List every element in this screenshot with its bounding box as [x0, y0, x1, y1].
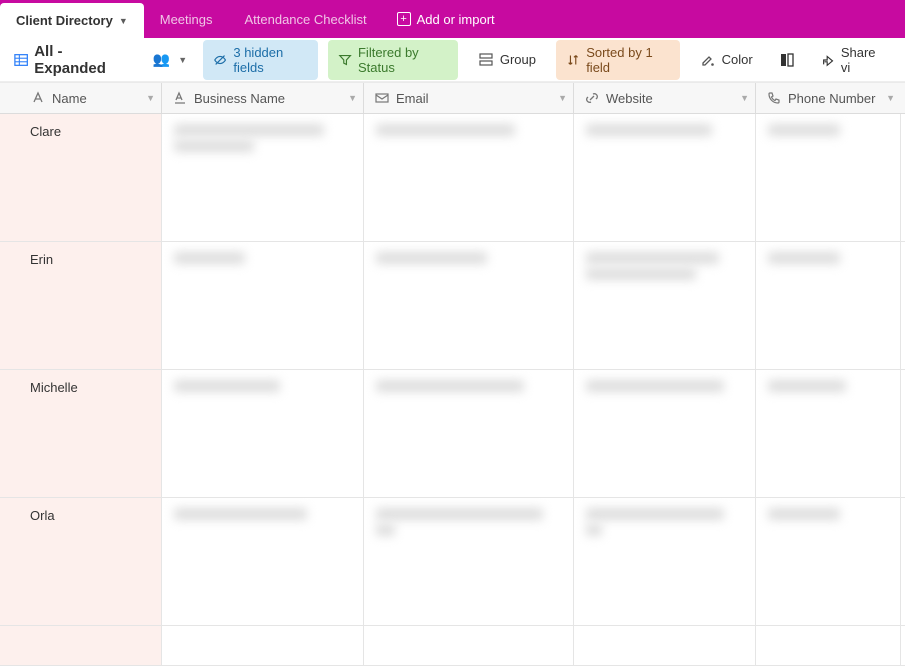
table-row[interactable]: [0, 626, 905, 666]
cell-business[interactable]: [162, 498, 364, 625]
phone-icon: [766, 90, 782, 106]
cell-business[interactable]: [162, 626, 364, 665]
group-button[interactable]: Group: [468, 47, 546, 73]
sort-label: Sorted by 1 field: [586, 45, 669, 75]
row-height-button[interactable]: [773, 48, 801, 72]
tab-label: Attendance Checklist: [244, 12, 366, 27]
paint-icon: [700, 52, 716, 68]
tab-bar: Client Directory ▼ Meetings Attendance C…: [0, 0, 905, 38]
column-label: Website: [606, 91, 653, 106]
cell-name[interactable]: Orla: [0, 498, 162, 625]
cell-name[interactable]: Erin: [0, 242, 162, 369]
cell-business[interactable]: [162, 242, 364, 369]
cell-website[interactable]: [574, 626, 756, 665]
cell-phone[interactable]: [756, 498, 901, 625]
cell-phone[interactable]: [756, 114, 901, 241]
text-icon: [30, 90, 46, 106]
name-value: Michelle: [30, 380, 78, 395]
envelope-icon: [374, 90, 390, 106]
view-toolbar: All - Expanded 👥 ▼ 3 hidden fields Filte…: [0, 38, 905, 82]
chevron-down-icon[interactable]: ▼: [740, 93, 749, 103]
column-label: Name: [52, 91, 87, 106]
grid-header: Name ▼ Business Name ▼ Email ▼ Website ▼…: [0, 82, 905, 114]
add-or-import-button[interactable]: + Add or import: [383, 0, 509, 38]
cell-email[interactable]: [364, 370, 574, 497]
group-label: Group: [500, 52, 536, 67]
share-icon: [821, 52, 835, 68]
eye-off-icon: [213, 52, 227, 68]
cell-email[interactable]: [364, 242, 574, 369]
column-header-website[interactable]: Website ▼: [574, 83, 756, 113]
sort-button[interactable]: Sorted by 1 field: [556, 40, 680, 80]
filter-label: Filtered by Status: [358, 45, 448, 75]
cell-website[interactable]: [574, 498, 756, 625]
cell-name[interactable]: Clare: [0, 114, 162, 241]
cell-website[interactable]: [574, 242, 756, 369]
tab-label: Client Directory: [16, 13, 113, 28]
cell-email[interactable]: [364, 114, 574, 241]
name-value: Clare: [30, 124, 61, 139]
chevron-down-icon[interactable]: ▼: [146, 93, 155, 103]
chevron-down-icon[interactable]: ▼: [886, 93, 895, 103]
column-header-email[interactable]: Email ▼: [364, 83, 574, 113]
tab-label: Meetings: [160, 12, 213, 27]
cell-name[interactable]: [0, 626, 162, 665]
chevron-down-icon[interactable]: ▼: [348, 93, 357, 103]
name-value: Orla: [30, 508, 55, 523]
table-row[interactable]: Clare: [0, 114, 905, 242]
column-label: Phone Number: [788, 91, 875, 106]
chevron-down-icon: ▼: [178, 55, 187, 65]
table-row[interactable]: Orla: [0, 498, 905, 626]
share-view-button[interactable]: Share vi: [811, 40, 893, 80]
color-label: Color: [722, 52, 753, 67]
filter-button[interactable]: Filtered by Status: [328, 40, 458, 80]
sort-icon: [566, 52, 580, 68]
cell-email[interactable]: [364, 626, 574, 665]
cell-phone[interactable]: [756, 242, 901, 369]
link-icon: [584, 90, 600, 106]
share-label: Share vi: [841, 45, 883, 75]
color-button[interactable]: Color: [690, 47, 763, 73]
view-name: All - Expanded: [34, 43, 127, 77]
cell-website[interactable]: [574, 370, 756, 497]
text-underline-icon: [172, 90, 188, 106]
column-header-phone[interactable]: Phone Number ▼: [756, 83, 901, 113]
tab-attendance-checklist[interactable]: Attendance Checklist: [228, 0, 382, 38]
cell-website[interactable]: [574, 114, 756, 241]
chevron-down-icon: ▼: [119, 16, 128, 26]
tab-client-directory[interactable]: Client Directory ▼: [0, 3, 144, 38]
add-label: Add or import: [417, 12, 495, 27]
chevron-down-icon[interactable]: ▼: [558, 93, 567, 103]
hidden-fields-button[interactable]: 3 hidden fields: [203, 40, 318, 80]
table-row[interactable]: Erin: [0, 242, 905, 370]
cell-name[interactable]: Michelle: [0, 370, 162, 497]
cell-phone[interactable]: [756, 626, 901, 665]
hidden-fields-label: 3 hidden fields: [233, 45, 307, 75]
column-label: Business Name: [194, 91, 285, 106]
filter-icon: [338, 52, 352, 68]
view-switcher[interactable]: All - Expanded: [12, 38, 137, 82]
grid-body: Clare Erin Michelle Orla: [0, 114, 905, 666]
table-row[interactable]: Michelle: [0, 370, 905, 498]
people-icon: 👥: [153, 51, 170, 68]
column-label: Email: [396, 91, 429, 106]
plus-icon: +: [397, 12, 411, 26]
group-icon: [478, 52, 494, 68]
cell-business[interactable]: [162, 370, 364, 497]
name-value: Erin: [30, 252, 53, 267]
column-header-name[interactable]: Name ▼: [0, 83, 162, 113]
tab-meetings[interactable]: Meetings: [144, 0, 229, 38]
cell-business[interactable]: [162, 114, 364, 241]
cell-phone[interactable]: [756, 370, 901, 497]
cell-email[interactable]: [364, 498, 574, 625]
grid-icon: [14, 52, 28, 68]
row-height-icon: [779, 52, 795, 68]
collaborators-button[interactable]: 👥 ▼: [147, 47, 193, 72]
column-header-business[interactable]: Business Name ▼: [162, 83, 364, 113]
